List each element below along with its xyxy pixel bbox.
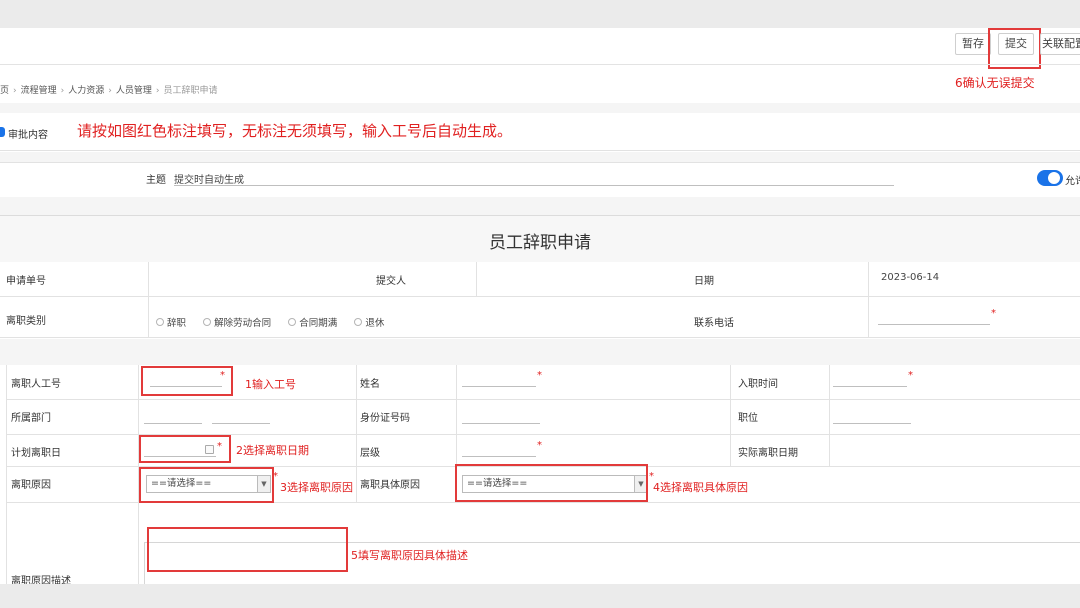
annotation-box-3 (139, 467, 274, 503)
category-label: 离职类别 (6, 316, 46, 327)
id-label: 身份证号码 (360, 413, 410, 424)
col-divider (868, 262, 869, 338)
row-divider (0, 296, 1080, 297)
radio-circle-icon (156, 318, 164, 326)
radio-terminate[interactable]: 解除劳动合同 (203, 315, 271, 329)
required-mark: * (991, 308, 996, 319)
chevron-right-icon: › (60, 86, 65, 96)
id-input[interactable] (462, 423, 540, 424)
radio-retire[interactable]: 退休 (354, 315, 384, 329)
allow-toggle-label: 允许 (1065, 176, 1080, 187)
chevron-right-icon: › (108, 86, 112, 96)
hire-date-label: 入职时间 (738, 379, 778, 390)
chevron-right-icon: › (13, 86, 17, 96)
hire-date-input[interactable] (833, 386, 907, 387)
description-label: 离职原因描述 (11, 576, 71, 584)
approval-header: 审批内容 请按如图红色标注填写，无标注无须填写，输入工号后自动生成。 (0, 113, 1080, 151)
form-title-bar: 员工辞职申请 (0, 215, 1080, 263)
subject-row: 主题 提交时自动生成 允许 (0, 162, 1080, 198)
section-gap (0, 103, 1080, 113)
dept-label: 所属部门 (11, 413, 51, 424)
annotation-box-2 (139, 435, 231, 463)
radio-resign[interactable]: 辞职 (156, 315, 186, 329)
required-mark: * (908, 370, 913, 381)
phone-input[interactable] (878, 324, 990, 325)
reason-label: 离职原因 (11, 480, 51, 491)
approval-label: 审批内容 (8, 130, 48, 141)
annotation-1: 1输入工号 (245, 378, 296, 391)
col-divider (476, 262, 477, 296)
form-title: 员工辞职申请 (489, 233, 591, 253)
level-label: 层级 (360, 448, 380, 459)
submitter-label: 提交人 (376, 276, 406, 287)
annotation-4: 4选择离职具体原因 (653, 481, 748, 494)
employee-no-label: 离职人工号 (11, 379, 61, 390)
breadcrumb-current: 员工辞职申请 (163, 86, 218, 96)
section-gap (0, 152, 1080, 162)
breadcrumb: 页 › 流程管理 › 人力资源 › 人员管理 › 员工辞职申请 (0, 83, 218, 96)
annotation-box-1 (141, 366, 233, 396)
actual-date-label: 实际离职日期 (738, 448, 798, 459)
breadcrumb-hr[interactable]: 人力资源 (68, 86, 104, 96)
date-label: 日期 (694, 276, 714, 287)
radio-circle-icon (203, 318, 212, 326)
subject-underline (174, 185, 894, 186)
radio-circle-icon (354, 318, 363, 326)
required-mark: * (537, 440, 542, 451)
col-divider (829, 365, 830, 466)
annotation-box-5 (147, 527, 348, 572)
draft-button[interactable]: 暂存 (955, 33, 991, 55)
form-page: 暂存 提交 关联配置 6确认无误提交 页›流程管理›人力资源›人员管理›员工辞职… (0, 28, 1080, 584)
phone-label: 联系电话 (694, 318, 734, 329)
row-divider (7, 399, 1080, 400)
dept-input[interactable] (144, 423, 202, 424)
toggle-knob (1048, 172, 1060, 184)
divider (0, 150, 1080, 151)
section-marker-icon (0, 127, 5, 137)
allow-toggle[interactable] (1037, 170, 1063, 186)
breadcrumb-process[interactable]: 流程管理 (21, 86, 57, 96)
annotation-3: 3选择离职原因 (280, 481, 353, 494)
col-divider (148, 262, 149, 338)
toolbar-divider (0, 64, 1080, 65)
category-radio-group: 辞职 解除劳动合同 合同期满 退休 (156, 311, 396, 330)
name-label: 姓名 (360, 379, 380, 390)
request-no-label: 申请单号 (6, 276, 46, 287)
annotation-box-4 (455, 464, 648, 502)
position-label: 职位 (738, 413, 758, 424)
col-divider (356, 365, 357, 502)
section-gap (0, 197, 1080, 215)
instruction-text: 请按如图红色标注填写，无标注无须填写，输入工号后自动生成。 (77, 122, 513, 140)
dept-input-2[interactable] (212, 423, 270, 424)
submit-annotation: 6确认无误提交 (955, 76, 1035, 90)
breadcrumb-personnel[interactable]: 人员管理 (116, 86, 152, 96)
level-input[interactable] (462, 456, 536, 457)
planned-date-label: 计划离职日 (11, 448, 61, 459)
detail-reason-label: 离职具体原因 (360, 480, 420, 491)
breadcrumb-home[interactable]: 页 (0, 86, 9, 96)
chevron-right-icon: › (155, 86, 160, 96)
row-divider (0, 337, 1080, 338)
section-gap (0, 339, 1080, 365)
name-input[interactable] (462, 386, 536, 387)
submit-highlight-box (988, 28, 1041, 69)
date-value: 2023-06-14 (881, 272, 940, 283)
subject-label: 主题 (146, 175, 166, 186)
subject-value: 提交时自动生成 (174, 175, 244, 186)
config-button[interactable]: 关联配置 (1040, 33, 1080, 55)
basic-info-table: 申请单号 提交人 日期 2023-06-14 离职类别 辞职 解除劳动合同 合同… (0, 262, 1080, 338)
required-mark: * (537, 370, 542, 381)
radio-contract-end[interactable]: 合同期满 (288, 315, 337, 329)
annotation-2: 2选择离职日期 (236, 444, 309, 457)
col-divider (730, 365, 731, 466)
annotation-5: 5填写离职原因具体描述 (351, 549, 468, 562)
radio-circle-icon (288, 318, 297, 326)
position-input[interactable] (833, 423, 911, 424)
